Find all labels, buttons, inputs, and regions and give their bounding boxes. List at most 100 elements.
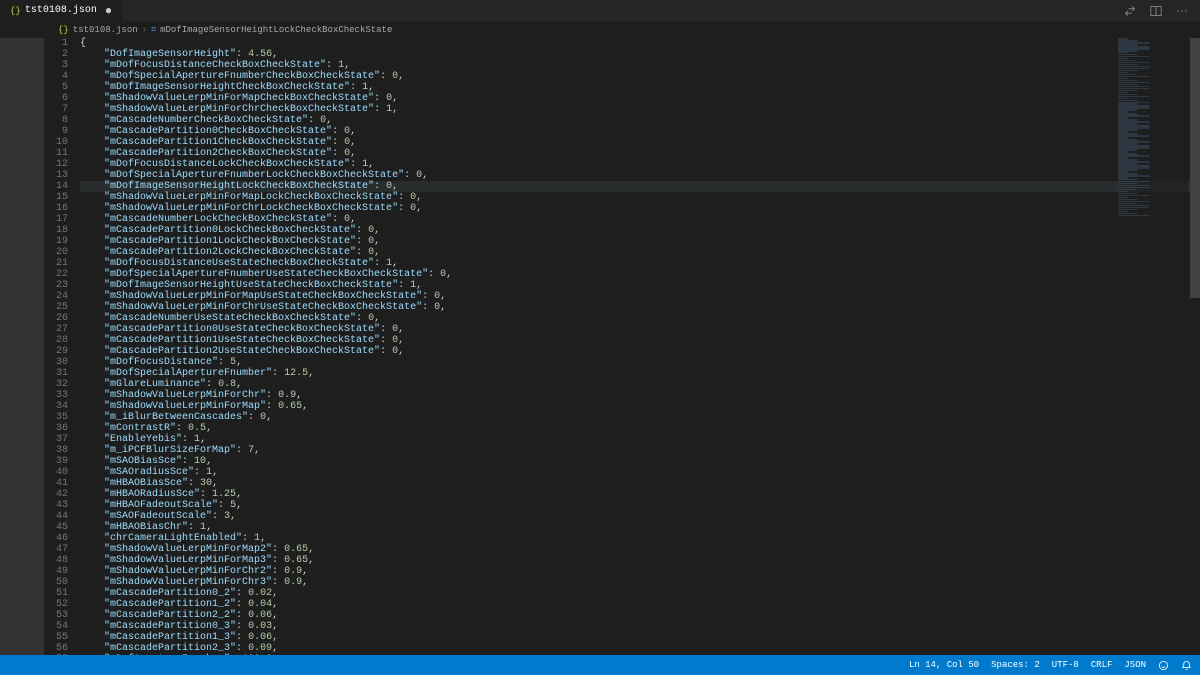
code-line[interactable]: "mCascadePartition2CheckBoxCheckState": … <box>80 148 1200 159</box>
code-line[interactable]: "mCascadePartition0_3": 0.03, <box>80 621 1200 632</box>
code-line[interactable]: "chrCameraLightEnabled": 1, <box>80 533 1200 544</box>
eol-status[interactable]: CRLF <box>1091 660 1113 670</box>
code-line[interactable]: "mCascadePartition2_3": 0.09, <box>80 643 1200 654</box>
line-number: 42 <box>44 489 68 500</box>
code-line[interactable]: "mCascadePartition1_3": 0.06, <box>80 632 1200 643</box>
symbol-icon: ⌗ <box>151 25 156 35</box>
code-line[interactable]: "mContrastR": 0.5, <box>80 423 1200 434</box>
code-line[interactable]: "mDofFocusDistanceLockCheckBoxCheckState… <box>80 159 1200 170</box>
code-line[interactable]: "mSAOFadeoutScale": 3, <box>80 511 1200 522</box>
scrollbar-thumb[interactable] <box>1190 38 1200 298</box>
line-number: 26 <box>44 313 68 324</box>
code-line[interactable]: "mCascadeNumberLockCheckBoxCheckState": … <box>80 214 1200 225</box>
code-line[interactable]: "mDofImageSensorHeightCheckBoxCheckState… <box>80 82 1200 93</box>
code-line[interactable]: "mCascadePartition0LockCheckBoxCheckStat… <box>80 225 1200 236</box>
code-line[interactable]: "m_iBlurBetweenCascades": 0, <box>80 412 1200 423</box>
encoding-status[interactable]: UTF-8 <box>1052 660 1079 670</box>
language-mode[interactable]: JSON <box>1124 660 1146 670</box>
code-line[interactable]: "mShadowValueLerpMinForMap2": 0.65, <box>80 544 1200 555</box>
code-line[interactable]: "mHBAOBiasChr": 1, <box>80 522 1200 533</box>
breadcrumb-symbol[interactable]: mDofImageSensorHeightLockCheckBoxCheckSt… <box>160 25 392 35</box>
line-number: 13 <box>44 170 68 181</box>
line-number: 37 <box>44 434 68 445</box>
code-line[interactable]: "mCascadePartition2LockCheckBoxCheckStat… <box>80 247 1200 258</box>
tab-filename: tst0108.json <box>25 5 97 16</box>
code-line[interactable]: "mSAOBiasSce": 10, <box>80 456 1200 467</box>
code-line[interactable]: "mCascadePartition0UseStateCheckBoxCheck… <box>80 324 1200 335</box>
code-line[interactable]: "mHBAORadiusSce": 1.25, <box>80 489 1200 500</box>
code-line[interactable]: "mShadowValueLerpMinForMap3": 0.65, <box>80 555 1200 566</box>
code-line[interactable]: "mDofImageSensorHeightUseStateCheckBoxCh… <box>80 280 1200 291</box>
code-line[interactable]: "mDofSpecialApertureFnumberLockCheckBoxC… <box>80 170 1200 181</box>
code-line[interactable]: "mCascadePartition2UseStateCheckBoxCheck… <box>80 346 1200 357</box>
indentation-status[interactable]: Spaces: 2 <box>991 660 1040 670</box>
split-editor-icon[interactable] <box>1150 5 1162 17</box>
line-number: 56 <box>44 643 68 654</box>
line-number: 15 <box>44 192 68 203</box>
code-line[interactable]: "mDofSpecialApertureFnumberUseStateCheck… <box>80 269 1200 280</box>
code-line[interactable]: "mCascadePartition1LockCheckBoxCheckStat… <box>80 236 1200 247</box>
code-line[interactable]: "m_iPCFBlurSizeForMap": 7, <box>80 445 1200 456</box>
line-number: 41 <box>44 478 68 489</box>
vertical-scrollbar[interactable] <box>1190 38 1200 652</box>
code-line[interactable]: "mShadowValueLerpMinForChr3": 0.9, <box>80 577 1200 588</box>
code-line[interactable]: "mShadowValueLerpMinForMap": 0.65, <box>80 401 1200 412</box>
code-line[interactable]: "mCascadePartition0CheckBoxCheckState": … <box>80 126 1200 137</box>
json-file-icon: {} <box>58 25 69 35</box>
code-line[interactable]: { <box>80 38 1200 49</box>
line-number: 1 <box>44 38 68 49</box>
code-line[interactable]: "mShadowValueLerpMinForMapLockCheckBoxCh… <box>80 192 1200 203</box>
code-editor[interactable]: { "DofImageSensorHeight": 4.56, "mDofFoc… <box>80 38 1200 655</box>
code-line[interactable]: "mCascadePartition1_2": 0.04, <box>80 599 1200 610</box>
code-line[interactable]: "mShadowValueLerpMinForChrLockCheckBoxCh… <box>80 203 1200 214</box>
line-number: 16 <box>44 203 68 214</box>
code-line[interactable]: "mDofFocusDistance": 5, <box>80 357 1200 368</box>
line-number: 49 <box>44 566 68 577</box>
line-number: 55 <box>44 632 68 643</box>
code-line[interactable]: "mShadowValueLerpMinForMapCheckBoxCheckS… <box>80 93 1200 104</box>
code-line[interactable]: "mHBAOBiasSce": 30, <box>80 478 1200 489</box>
feedback-icon[interactable] <box>1158 660 1169 671</box>
code-line[interactable]: "mDofSpecialApertureFnumberCheckBoxCheck… <box>80 71 1200 82</box>
code-line[interactable]: "mDofFocusDistanceUseStateCheckBoxCheckS… <box>80 258 1200 269</box>
editor-tab[interactable]: {} tst0108.json ● <box>0 0 123 22</box>
activity-bar[interactable] <box>0 38 44 655</box>
editor-title-actions <box>1124 5 1200 17</box>
code-line[interactable]: "mHBAOFadeoutScale": 5, <box>80 500 1200 511</box>
notifications-icon[interactable] <box>1181 660 1192 671</box>
code-line[interactable]: "mCascadeNumberUseStateCheckBoxCheckStat… <box>80 313 1200 324</box>
line-number: 9 <box>44 126 68 137</box>
breadcrumb-file[interactable]: tst0108.json <box>73 25 138 35</box>
code-line[interactable]: "DofImageSensorHeight": 4.56, <box>80 49 1200 60</box>
code-line[interactable]: "mGlareLuminance": 0.8, <box>80 379 1200 390</box>
code-line[interactable]: "mShadowValueLerpMinForChrCheckBoxCheckS… <box>80 104 1200 115</box>
more-actions-icon[interactable] <box>1176 5 1188 17</box>
tab-bar: {} tst0108.json ● <box>0 0 1200 22</box>
code-line[interactable]: "mShadowValueLerpMinForChr": 0.9, <box>80 390 1200 401</box>
line-number: 52 <box>44 599 68 610</box>
line-number: 2 <box>44 49 68 60</box>
chevron-right-icon: › <box>142 25 147 35</box>
line-number: 48 <box>44 555 68 566</box>
compare-changes-icon[interactable] <box>1124 5 1136 17</box>
cursor-position[interactable]: Ln 14, Col 50 <box>909 660 979 670</box>
line-number: 38 <box>44 445 68 456</box>
code-line[interactable]: "mCascadePartition2_2": 0.06, <box>80 610 1200 621</box>
code-line[interactable]: "mDofSpecialApertureFnumber": 12.5, <box>80 368 1200 379</box>
code-line[interactable]: "mShadowValueLerpMinForMapUseStateCheckB… <box>80 291 1200 302</box>
code-line[interactable]: "mCascadePartition0_2": 0.02, <box>80 588 1200 599</box>
code-line[interactable]: "mShadowValueLerpMinForChr2": 0.9, <box>80 566 1200 577</box>
minimap[interactable] <box>1118 38 1188 318</box>
code-line[interactable]: "mSAOradiusSce": 1, <box>80 467 1200 478</box>
breadcrumb[interactable]: {} tst0108.json › ⌗ mDofImageSensorHeigh… <box>0 22 1200 38</box>
code-line[interactable]: "mCascadePartition1CheckBoxCheckState": … <box>80 137 1200 148</box>
code-line[interactable]: "mDofFocusDistanceCheckBoxCheckState": 1… <box>80 60 1200 71</box>
line-number: 27 <box>44 324 68 335</box>
line-number: 34 <box>44 401 68 412</box>
code-line[interactable]: "mShadowValueLerpMinForChrUseStateCheckB… <box>80 302 1200 313</box>
code-line[interactable]: "mCascadePartition1UseStateCheckBoxCheck… <box>80 335 1200 346</box>
line-number: 6 <box>44 93 68 104</box>
code-line[interactable]: "mDofImageSensorHeightLockCheckBoxCheckS… <box>80 181 1200 192</box>
code-line[interactable]: "EnableYebis": 1, <box>80 434 1200 445</box>
code-line[interactable]: "mCascadeNumberCheckBoxCheckState": 0, <box>80 115 1200 126</box>
